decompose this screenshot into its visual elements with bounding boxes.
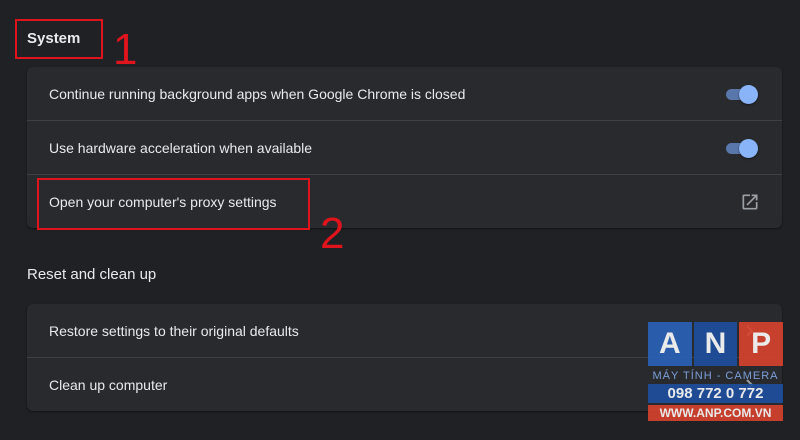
setting-label: Restore settings to their original defau… <box>49 322 299 339</box>
annotation-number-1: 1 <box>113 25 138 74</box>
setting-label: Clean up computer <box>49 376 168 393</box>
section-title-reset: Reset and clean up <box>27 266 157 283</box>
external-link-icon[interactable] <box>740 192 760 212</box>
setting-row-background-apps[interactable]: Continue running background apps when Go… <box>27 67 782 120</box>
setting-row-hardware-acceleration[interactable]: Use hardware acceleration when available <box>27 120 782 174</box>
setting-label: Use hardware acceleration when available <box>49 139 313 156</box>
toggle-knob <box>739 138 758 158</box>
watermark-letter: A <box>648 322 692 366</box>
watermark-phone: 098 772 0 772 <box>648 384 783 403</box>
watermark-tagline: MÁY TÍNH - CAMERA <box>652 370 779 382</box>
watermark-letter: P <box>739 322 784 366</box>
hardware-acceleration-toggle[interactable] <box>724 138 758 158</box>
watermark-url: WWW.ANP.COM.VN <box>648 405 783 421</box>
anp-watermark-logo: A N P MÁY TÍNH - CAMERA 098 772 0 772 WW… <box>648 322 784 428</box>
setting-label: Continue running background apps when Go… <box>49 85 466 102</box>
background-apps-toggle[interactable] <box>724 84 758 104</box>
annotation-box-proxy <box>37 178 310 230</box>
watermark-letter: N <box>693 322 738 366</box>
annotation-number-2: 2 <box>320 209 345 258</box>
annotation-box-system <box>15 19 103 59</box>
toggle-knob <box>739 84 758 104</box>
